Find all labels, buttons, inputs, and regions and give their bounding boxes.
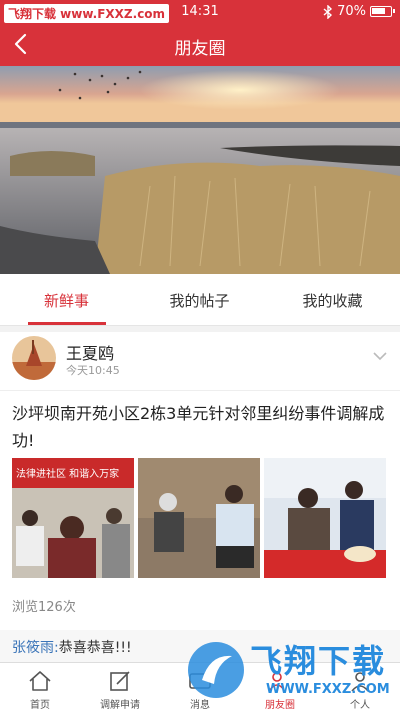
view-count: 浏览126次 [12,600,76,615]
edit-icon [110,671,130,691]
post-photo-2[interactable] [138,458,260,578]
tabbar-item-mediation[interactable]: 调解申请 [80,663,160,712]
comment-author[interactable]: 张筱雨: [12,640,59,656]
post-card: 王夏鸥 今天10:45 沙坪坝南开苑小区2栋3单元针对邻里纠纷事件调解成功! 法… [0,332,400,630]
avatar[interactable] [12,336,56,380]
tabbar-label-home: 首页 [30,700,50,711]
watermark-overlay: 飞翔下载 WWW.FXXZ.COM [186,634,396,708]
post-time: 今天10:45 [66,364,120,377]
watermark-brand: 飞翔下载 [250,642,387,680]
tabbar-label-mediation: 调解申请 [100,700,140,711]
post-author[interactable]: 王夏鸥 [66,340,114,364]
active-tab-indicator [28,322,106,325]
status-bar: 飞翔下载 www.FXXZ.com 14:31 70% [0,0,400,24]
comment-text: 恭喜恭喜!!! [58,640,132,656]
divider [0,390,400,391]
watermark-url: WWW.FXXZ.COM [266,682,390,697]
page-title: 朋友圈 [174,39,226,59]
chevron-down-icon[interactable] [372,350,388,362]
feed-tabs: 新鲜事 我的帖子 我的收藏 [0,274,400,326]
photo-banner-text: 法律进社区 和谐入万家 [16,467,119,480]
post-photo-1[interactable]: 法律进社区 和谐入万家 [12,458,134,578]
post-photos: 法律进社区 和谐入万家 [12,458,386,578]
nav-bar: 朋友圈 [0,24,400,66]
tab-my-posts[interactable]: 我的帖子 [133,290,266,311]
bluetooth-icon [323,4,333,19]
tab-my-favorites[interactable]: 我的收藏 [266,290,399,311]
tabbar-item-home[interactable]: 首页 [0,663,80,712]
status-right: 70% [323,4,395,19]
battery-percent: 70% [337,4,366,19]
post-photo-3[interactable] [264,458,386,578]
banner-image [0,66,400,274]
post-text: 沙坪坝南开苑小区2栋3单元针对邻里纠纷事件调解成功! [12,404,385,450]
battery-icon [370,6,395,17]
tab-news[interactable]: 新鲜事 [0,290,133,311]
watermark-logo-icon [188,642,244,698]
home-icon [29,671,51,691]
